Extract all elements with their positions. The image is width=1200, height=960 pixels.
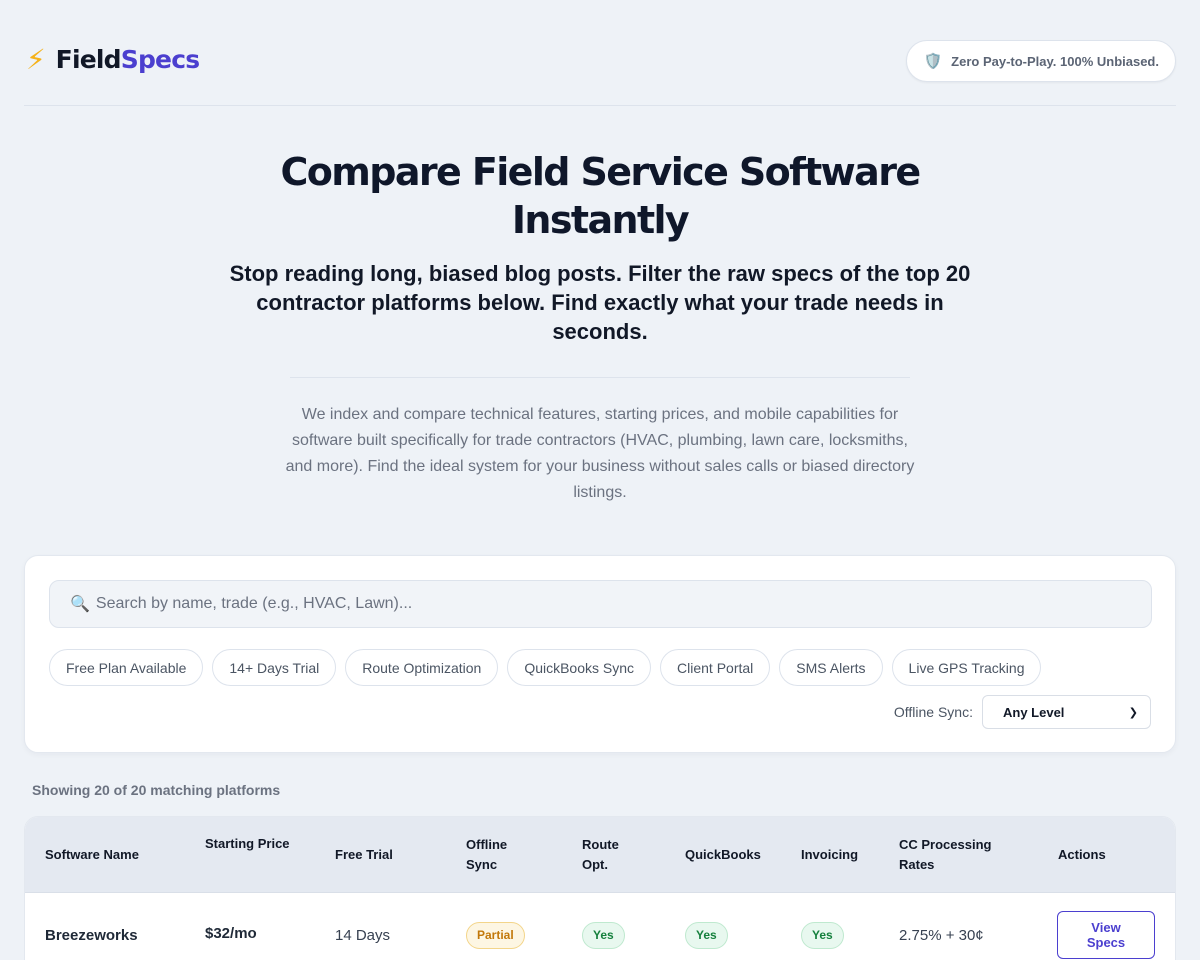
table-header: Software Name Starting Price Free Trial … <box>25 817 1175 893</box>
search-placeholder: Search by name, trade (e.g., HVAC, Lawn)… <box>95 595 413 612</box>
col-free-trial[interactable]: Free Trial <box>335 817 435 893</box>
results-count: Showing 20 of 20 matching platforms <box>32 782 281 798</box>
status-badge: Yes <box>801 921 844 949</box>
col-offline-sync[interactable]: Offline Sync <box>466 817 536 893</box>
search-icon: 🔍 <box>70 596 90 613</box>
quickbooks-cell: Yes <box>685 894 728 960</box>
starting-price: $32/mo <box>205 924 257 942</box>
chip-live-gps[interactable]: Live GPS Tracking <box>891 649 1042 686</box>
logo[interactable]: ⚡ FieldSpecs <box>26 43 200 75</box>
actions-cell: View Specs <box>1057 894 1155 960</box>
invoicing-cell: Yes <box>801 894 844 960</box>
free-trial: 14 Days <box>335 926 391 944</box>
chip-sms-alerts[interactable]: SMS Alerts <box>779 649 883 686</box>
chip-client-portal[interactable]: Client Portal <box>660 649 771 686</box>
hero-subtitle: Stop reading long, biased blog posts. Fi… <box>229 261 971 344</box>
comparison-table: Software Name Starting Price Free Trial … <box>24 816 1176 960</box>
chip-quickbooks-sync[interactable]: QuickBooks Sync <box>507 649 652 686</box>
col-quickbooks[interactable]: QuickBooks <box>685 817 785 893</box>
chevron-down-icon: ❯ <box>1128 706 1138 719</box>
offline-sync-value: Any Level <box>1003 704 1065 720</box>
software-name[interactable]: Breezeworks <box>45 894 138 960</box>
page-title: Compare Field Service Software Instantly <box>280 150 921 242</box>
col-route-opt[interactable]: Route Opt. <box>582 817 642 893</box>
search-input[interactable]: 🔍 Search by name, trade (e.g., HVAC, Law… <box>49 580 1152 628</box>
filter-panel: 🔍 Search by name, trade (e.g., HVAC, Law… <box>24 555 1176 753</box>
offline-sync-cell: Partial <box>466 894 525 960</box>
status-badge: Yes <box>685 921 728 949</box>
offline-sync-label: Offline Sync: <box>893 704 973 720</box>
chip-route-optimization[interactable]: Route Optimization <box>345 649 499 686</box>
hero-description: We index and compare technical features,… <box>285 406 915 501</box>
col-software-name[interactable]: Software Name <box>45 817 195 893</box>
table-row: Breezeworks $32/mo 14 Days Partial Yes Y… <box>25 894 1175 960</box>
cc-rates: 2.75% + 30¢ <box>899 926 984 944</box>
chip-trial[interactable]: 14+ Days Trial <box>212 649 337 686</box>
col-actions: Actions <box>1058 847 1106 862</box>
col-invoicing[interactable]: Invoicing <box>801 817 891 893</box>
lightning-icon: ⚡ <box>26 43 46 75</box>
col-starting-price[interactable]: Starting Price <box>205 817 315 893</box>
col-cc-rates[interactable]: CC Processing Rates <box>899 817 1019 893</box>
status-badge: Partial <box>466 921 525 949</box>
badge-text: Zero Pay-to-Play. 100% Unbiased. <box>951 53 1159 69</box>
route-opt-cell: Yes <box>582 894 625 960</box>
site-header: ⚡ FieldSpecs 🛡️ Zero Pay-to-Play. 100% U… <box>24 40 1176 106</box>
offline-sync-select[interactable]: Any Level ❯ <box>982 695 1151 729</box>
offline-sync-filter: Offline Sync: Any Level ❯ <box>894 695 1151 729</box>
filter-chips: Free Plan Available 14+ Days Trial Route… <box>49 649 1042 686</box>
divider <box>290 377 910 378</box>
view-specs-button[interactable]: View Specs <box>1057 911 1155 959</box>
chip-free-plan[interactable]: Free Plan Available <box>49 649 204 686</box>
status-badge: Yes <box>582 921 625 949</box>
logo-text: FieldSpecs <box>55 45 200 74</box>
unbiased-badge: 🛡️ Zero Pay-to-Play. 100% Unbiased. <box>906 40 1176 82</box>
shield-icon: 🛡️ <box>923 53 943 70</box>
